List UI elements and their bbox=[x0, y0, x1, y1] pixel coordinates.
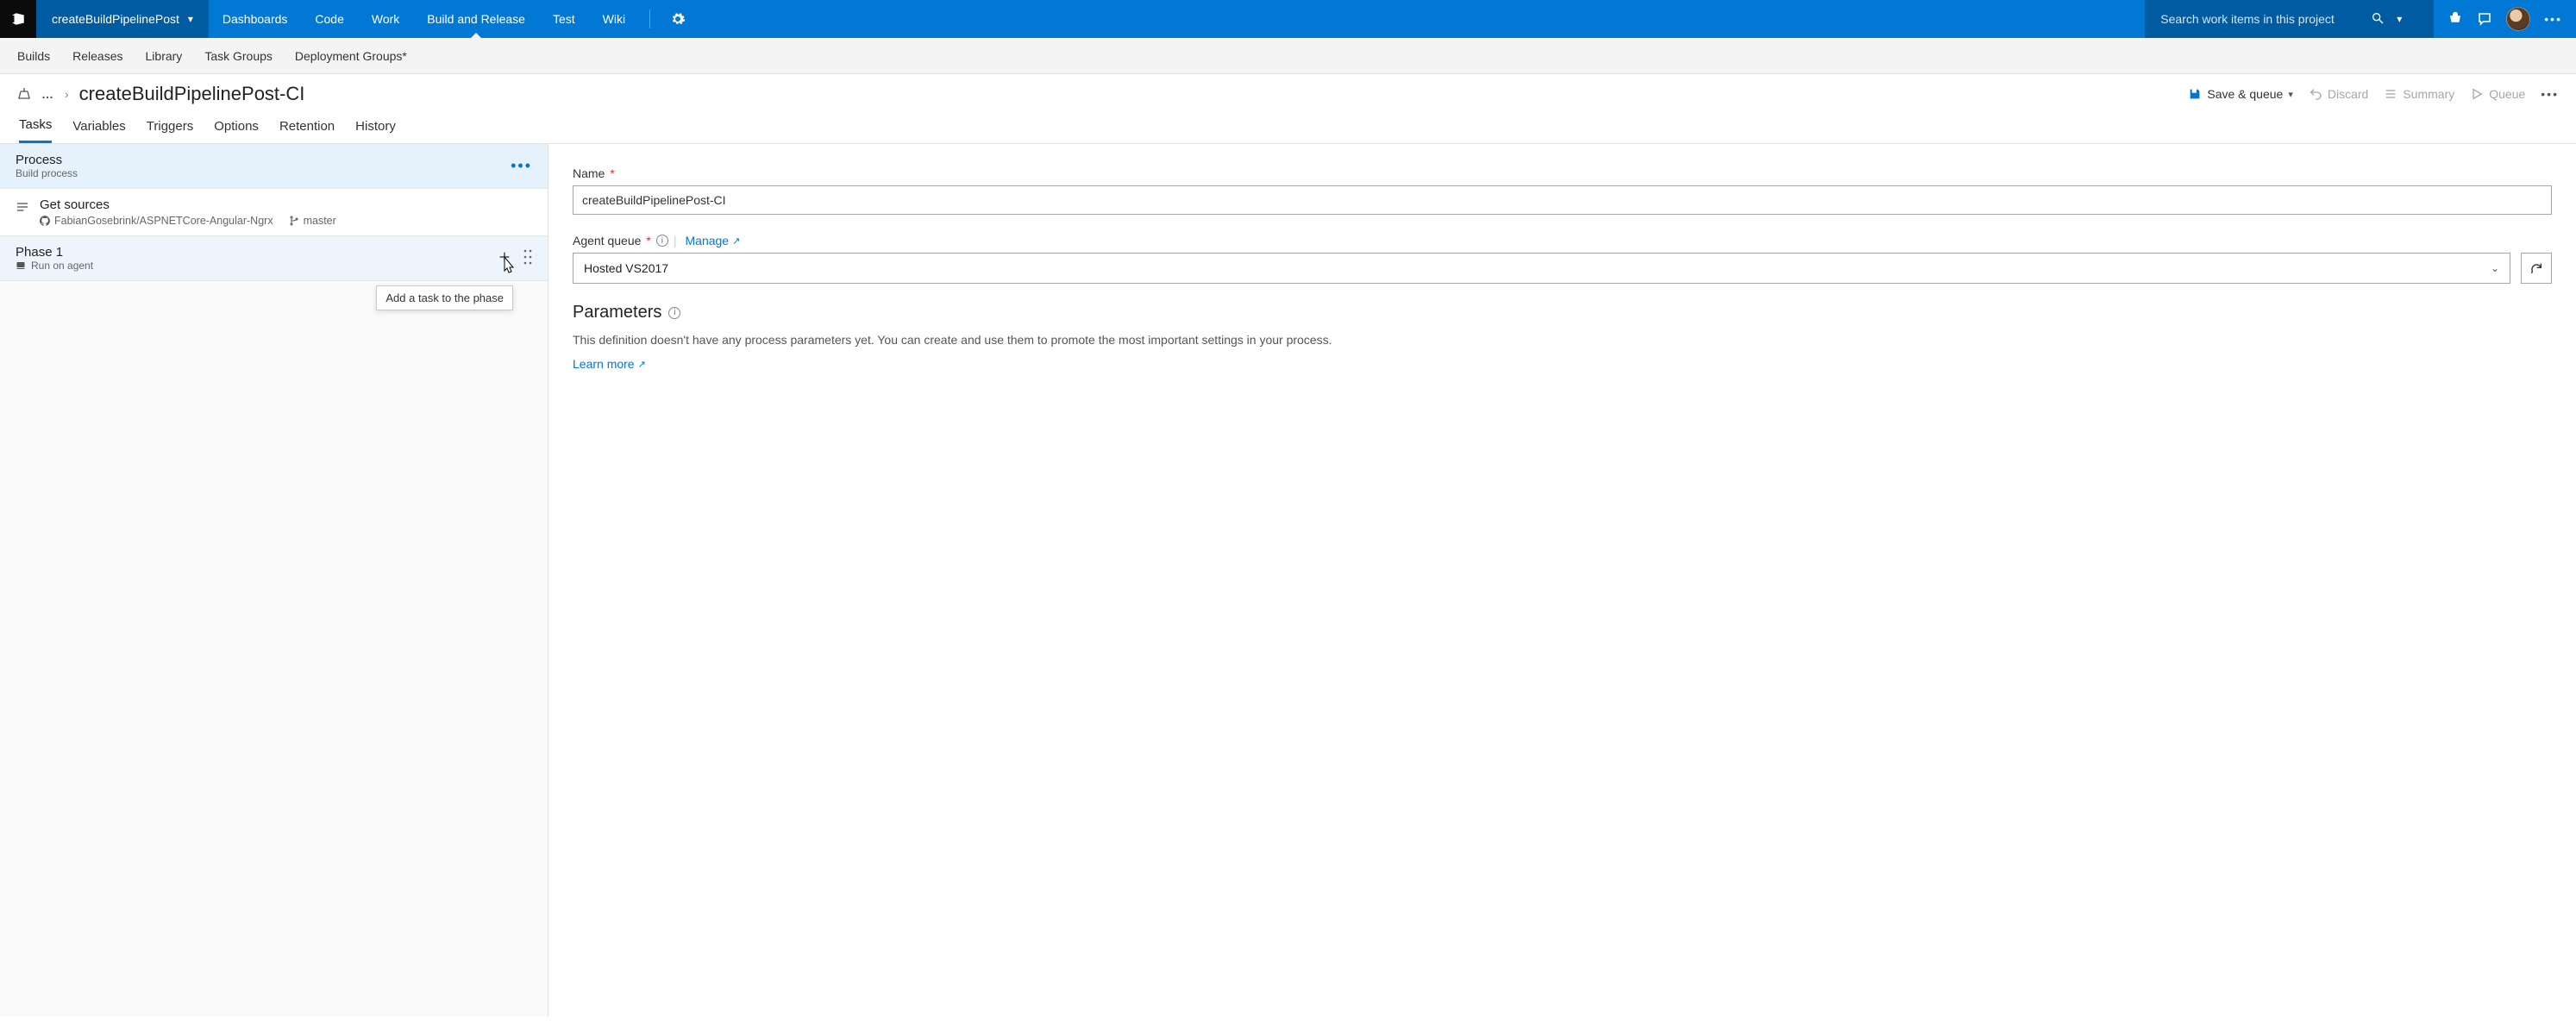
tab-retention[interactable]: Retention bbox=[279, 119, 335, 142]
subnav-taskgroups[interactable]: Task Groups bbox=[204, 49, 273, 63]
subnav-releases[interactable]: Releases bbox=[72, 49, 122, 63]
marketplace-icon[interactable] bbox=[2448, 11, 2463, 27]
tab-options[interactable]: Options bbox=[214, 119, 259, 142]
tab-tasks[interactable]: Tasks bbox=[19, 117, 52, 143]
nav-code[interactable]: Code bbox=[301, 0, 357, 38]
gear-icon bbox=[670, 11, 686, 27]
plus-icon bbox=[498, 250, 511, 264]
name-label: Name bbox=[573, 166, 605, 180]
title-row: … › createBuildPipelinePost-CI Save & qu… bbox=[0, 74, 2576, 109]
branch-icon bbox=[289, 216, 299, 226]
tab-triggers[interactable]: Triggers bbox=[147, 119, 193, 142]
refresh-agent-button[interactable] bbox=[2521, 253, 2552, 284]
phase-row[interactable]: Phase 1 Run on agent Add a task to the p… bbox=[0, 236, 548, 281]
nav-work[interactable]: Work bbox=[358, 0, 413, 38]
name-input[interactable] bbox=[573, 185, 2552, 215]
required-mark: * bbox=[610, 166, 614, 180]
save-icon bbox=[2188, 87, 2202, 101]
nav-test[interactable]: Test bbox=[539, 0, 589, 38]
sources-icon bbox=[16, 200, 29, 216]
agent-queue-value: Hosted VS2017 bbox=[584, 261, 668, 275]
learn-more-link[interactable]: Learn more ↗ bbox=[573, 357, 646, 371]
github-icon bbox=[40, 216, 50, 226]
top-nav: createBuildPipelinePost ▾ Dashboards Cod… bbox=[0, 0, 2576, 38]
body-split: Process Build process ••• Get sources Fa… bbox=[0, 144, 2576, 1017]
parameters-text: This definition doesn't have any process… bbox=[573, 331, 2552, 348]
project-switcher[interactable]: createBuildPipelinePost ▾ bbox=[36, 0, 209, 38]
tab-variables[interactable]: Variables bbox=[72, 119, 125, 142]
subnav-deploymentgroups[interactable]: Deployment Groups* bbox=[295, 49, 407, 63]
search-input[interactable] bbox=[2160, 12, 2359, 26]
top-nav-links: Dashboards Code Work Build and Release T… bbox=[209, 0, 639, 38]
tab-history[interactable]: History bbox=[355, 119, 396, 142]
feedback-icon[interactable] bbox=[2477, 11, 2492, 27]
left-pane: Process Build process ••• Get sources Fa… bbox=[0, 144, 548, 1017]
agent-queue-field: Agent queue * i | Manage ↗ Hosted VS2017… bbox=[573, 234, 2552, 284]
breadcrumb-overflow[interactable]: … bbox=[41, 87, 54, 101]
user-avatar[interactable] bbox=[2506, 7, 2530, 31]
process-subtitle: Build process bbox=[16, 167, 78, 179]
more-actions-icon[interactable]: ••• bbox=[2541, 87, 2559, 101]
subnav-builds[interactable]: Builds bbox=[17, 49, 50, 63]
play-icon bbox=[2470, 87, 2484, 101]
subnav-library[interactable]: Library bbox=[146, 49, 183, 63]
drag-handle-icon[interactable] bbox=[523, 249, 532, 267]
chevron-down-icon: ▾ bbox=[2288, 89, 2293, 100]
pipeline-title: createBuildPipelinePost-CI bbox=[79, 83, 305, 105]
phase-title: Phase 1 bbox=[16, 245, 93, 260]
get-sources-row[interactable]: Get sources FabianGosebrink/ASPNETCore-A… bbox=[0, 189, 548, 236]
discard-button[interactable]: Discard bbox=[2309, 87, 2368, 101]
nav-wiki[interactable]: Wiki bbox=[589, 0, 639, 38]
add-task-tooltip: Add a task to the phase bbox=[376, 285, 513, 310]
search-icon[interactable] bbox=[2371, 11, 2385, 28]
phase-subtitle: Run on agent bbox=[31, 260, 93, 272]
sub-nav: Builds Releases Library Task Groups Depl… bbox=[0, 38, 2576, 74]
sources-title: Get sources bbox=[40, 197, 336, 212]
search-box[interactable]: ▾ bbox=[2145, 0, 2434, 38]
required-mark: * bbox=[646, 234, 650, 247]
save-queue-button[interactable]: Save & queue ▾ bbox=[2188, 87, 2293, 101]
overflow-icon[interactable]: ••• bbox=[2544, 12, 2562, 26]
add-task-button[interactable] bbox=[498, 250, 511, 266]
nav-separator bbox=[649, 9, 650, 28]
top-right-icons: ••• bbox=[2434, 7, 2576, 31]
info-icon[interactable]: i bbox=[668, 307, 680, 319]
search-chevron-icon[interactable]: ▾ bbox=[2397, 13, 2402, 25]
pipeline-tabs: Tasks Variables Triggers Options Retenti… bbox=[0, 109, 2576, 144]
vsts-logo[interactable] bbox=[0, 0, 36, 38]
info-icon[interactable]: i bbox=[656, 235, 668, 247]
settings-gear[interactable] bbox=[661, 11, 695, 27]
branch-label: master bbox=[289, 215, 336, 227]
process-menu-icon[interactable]: ••• bbox=[511, 157, 532, 175]
process-title: Process bbox=[16, 153, 78, 167]
list-icon bbox=[2384, 87, 2397, 101]
refresh-icon bbox=[2529, 261, 2543, 275]
build-icon[interactable] bbox=[17, 86, 31, 103]
project-name: createBuildPipelinePost bbox=[52, 12, 179, 26]
summary-button[interactable]: Summary bbox=[2384, 87, 2454, 101]
agent-label: Agent queue bbox=[573, 234, 641, 247]
agent-queue-select[interactable]: Hosted VS2017 ⌄ bbox=[573, 253, 2510, 284]
vsts-logo-icon bbox=[10, 11, 26, 27]
parameters-heading: Parameters i bbox=[573, 303, 2552, 323]
undo-icon bbox=[2309, 87, 2322, 101]
title-actions: Save & queue ▾ Discard Summary Queue ••• bbox=[2188, 87, 2559, 101]
chevron-down-icon: ⌄ bbox=[2491, 262, 2499, 274]
name-field: Name * bbox=[573, 166, 2552, 215]
agent-icon bbox=[16, 260, 26, 271]
process-row[interactable]: Process Build process ••• bbox=[0, 144, 548, 189]
chevron-down-icon: ▾ bbox=[188, 13, 193, 25]
right-pane: Name * Agent queue * i | Manage ↗ bbox=[548, 144, 2576, 1017]
external-link-icon: ↗ bbox=[638, 359, 646, 370]
manage-link[interactable]: Manage ↗ bbox=[686, 234, 741, 247]
nav-build-release[interactable]: Build and Release bbox=[413, 0, 539, 38]
queue-button[interactable]: Queue bbox=[2470, 87, 2525, 101]
repo-label: FabianGosebrink/ASPNETCore-Angular-Ngrx bbox=[40, 215, 273, 227]
external-link-icon: ↗ bbox=[732, 235, 740, 247]
breadcrumb-chevron-icon: › bbox=[65, 87, 69, 101]
nav-dashboards[interactable]: Dashboards bbox=[209, 0, 302, 38]
